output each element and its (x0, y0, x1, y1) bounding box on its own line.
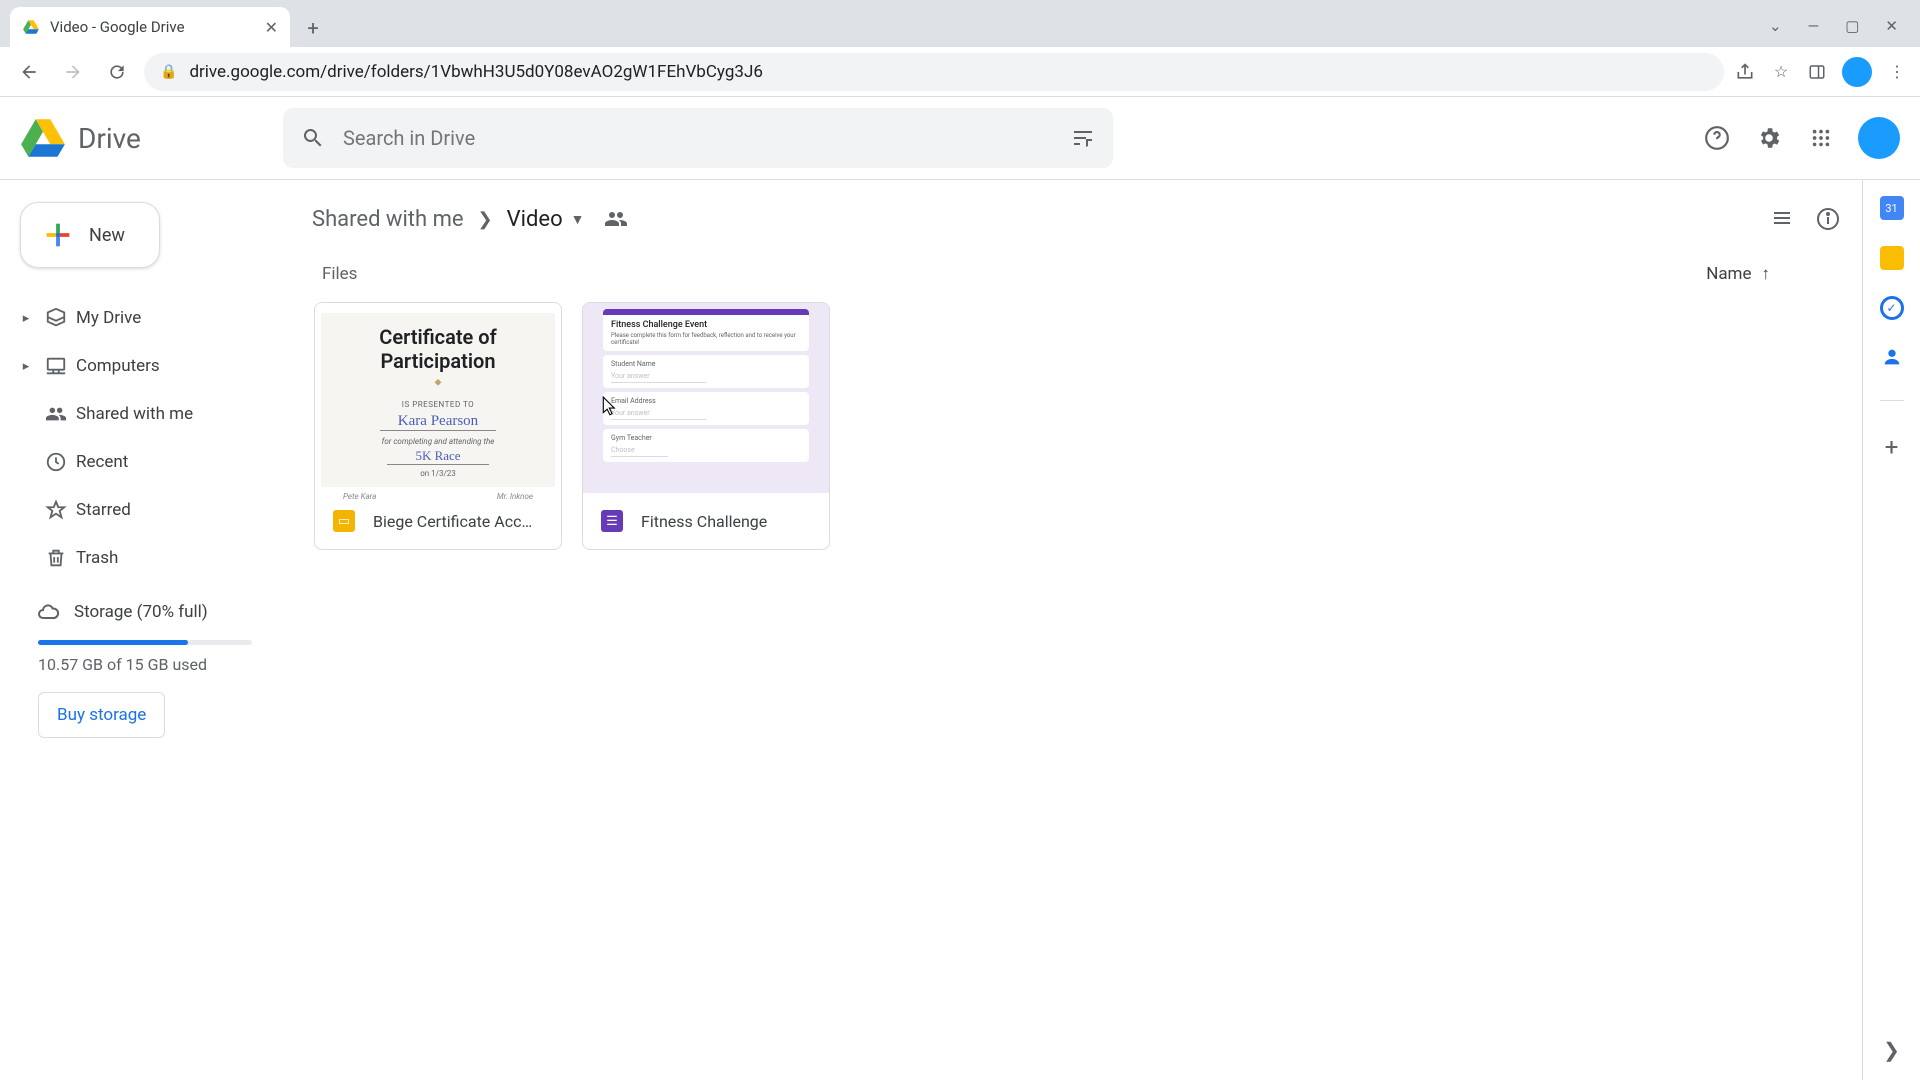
new-tab-button[interactable]: + (296, 11, 330, 45)
side-rail: + ❯ (1862, 180, 1920, 1080)
sidebar-item-label: Recent (76, 452, 128, 472)
drive-header: Drive (0, 97, 1920, 179)
current-folder-name: Video (507, 207, 563, 232)
window-controls: ⌄ — ▢ ✕ (1769, 17, 1920, 47)
search-input[interactable] (343, 126, 1053, 150)
lock-icon: 🔒 (160, 64, 177, 80)
files-section-label: Files (322, 264, 357, 284)
sidebar: New ▸ My Drive ▸ Computers Shared with m… (0, 180, 290, 1080)
browser-tab-strip: Video - Google Drive ✕ + ⌄ — ▢ ✕ (0, 0, 1920, 47)
forward-button (56, 55, 90, 89)
file-name: Biege Certificate Acc… (373, 512, 532, 531)
browser-tab[interactable]: Video - Google Drive ✕ (10, 7, 290, 47)
contacts-icon[interactable] (1881, 346, 1903, 368)
my-drive-icon (36, 307, 76, 329)
drive-logo-wrap[interactable]: Drive (18, 113, 273, 163)
support-icon[interactable] (1702, 123, 1732, 153)
storage-fill (38, 640, 188, 645)
minimize-icon[interactable]: — (1808, 17, 1820, 35)
sidebar-item-shared[interactable]: Shared with me (14, 390, 276, 438)
sidebar-item-label: Shared with me (76, 404, 193, 424)
recent-icon (36, 451, 76, 473)
back-button[interactable] (12, 55, 46, 89)
drive-title: Drive (78, 122, 141, 155)
breadcrumb-current[interactable]: Video ▼ (507, 207, 585, 232)
keep-icon[interactable] (1880, 246, 1904, 270)
file-thumbnail: Certificate of Participation ⬥ IS PRESEN… (315, 303, 561, 493)
cloud-icon (36, 600, 60, 624)
file-card[interactable]: Certificate of Participation ⬥ IS PRESEN… (314, 302, 562, 550)
storage-used-text: 10.57 GB of 15 GB used (14, 655, 276, 674)
chevron-right-icon[interactable]: ▸ (16, 311, 36, 326)
list-view-icon[interactable] (1770, 207, 1794, 231)
sidebar-item-trash[interactable]: Trash (14, 534, 276, 582)
close-window-icon[interactable]: ✕ (1885, 17, 1898, 35)
search-icon[interactable] (301, 126, 325, 150)
collapse-rail-icon[interactable]: ❯ (1883, 1038, 1900, 1062)
tab-title: Video - Google Drive (50, 18, 185, 36)
file-card[interactable]: Fitness Challenge Event Please complete … (582, 302, 830, 550)
url-field[interactable]: 🔒 drive.google.com/drive/folders/1VbwhH3… (144, 53, 1724, 91)
file-name: Fitness Challenge (641, 512, 767, 531)
sort-column-label: Name (1706, 264, 1751, 284)
account-avatar[interactable] (1858, 117, 1900, 159)
storage-label: Storage (70% full) (74, 602, 208, 622)
arrow-up-icon: ↑ (1762, 264, 1771, 284)
trash-icon (36, 547, 76, 569)
sort-column[interactable]: Name ↑ (1706, 264, 1770, 284)
chevron-right-icon[interactable]: ▸ (16, 359, 36, 374)
forms-icon: ☰ (601, 510, 623, 532)
add-apps-icon[interactable]: + (1885, 433, 1899, 461)
address-bar: 🔒 drive.google.com/drive/folders/1VbwhH3… (0, 47, 1920, 97)
content-area: Shared with me ❯ Video ▼ Files Name ↑ (290, 180, 1862, 1080)
file-thumbnail: Fitness Challenge Event Please complete … (583, 303, 829, 493)
calendar-icon[interactable] (1880, 196, 1904, 220)
maximize-icon[interactable]: ▢ (1845, 17, 1859, 35)
apps-grid-icon[interactable] (1806, 123, 1836, 153)
tasks-icon[interactable] (1880, 296, 1904, 320)
chevron-right-icon: ❯ (478, 209, 493, 230)
search-options-icon[interactable] (1071, 126, 1095, 150)
close-tab-icon[interactable]: ✕ (265, 18, 278, 37)
sidebar-item-computers[interactable]: ▸ Computers (14, 342, 276, 390)
breadcrumb: Shared with me ❯ Video ▼ (312, 196, 1840, 242)
starred-icon (36, 499, 76, 521)
url-text: drive.google.com/drive/folders/1VbwhH3U5… (189, 62, 762, 82)
drive-favicon (22, 18, 40, 36)
slides-icon: ▭ (333, 510, 355, 532)
sidebar-item-recent[interactable]: Recent (14, 438, 276, 486)
tab-search-icon[interactable]: ⌄ (1769, 17, 1782, 35)
side-panel-icon[interactable] (1806, 61, 1828, 83)
storage-bar (38, 640, 252, 645)
chrome-menu-icon[interactable]: ⋮ (1886, 61, 1908, 83)
profile-avatar-small[interactable] (1842, 57, 1872, 87)
shared-people-icon[interactable] (604, 207, 628, 231)
sidebar-item-my-drive[interactable]: ▸ My Drive (14, 294, 276, 342)
sidebar-item-label: Trash (76, 548, 118, 568)
new-button-label: New (89, 225, 125, 246)
reload-button[interactable] (100, 55, 134, 89)
sidebar-item-label: Computers (76, 356, 160, 376)
sidebar-item-storage[interactable]: Storage (70% full) (14, 600, 276, 624)
breadcrumb-root[interactable]: Shared with me (312, 207, 464, 232)
shared-icon (36, 403, 76, 425)
new-button[interactable]: New (20, 202, 160, 268)
settings-icon[interactable] (1754, 123, 1784, 153)
buy-storage-button[interactable]: Buy storage (38, 692, 165, 738)
sidebar-item-label: Starred (76, 500, 131, 520)
separator (1880, 400, 1904, 401)
share-icon[interactable] (1734, 61, 1756, 83)
info-icon[interactable] (1816, 207, 1840, 231)
bookmark-icon[interactable]: ☆ (1770, 61, 1792, 83)
chevron-down-icon: ▼ (571, 211, 585, 228)
drive-logo-icon (18, 113, 68, 163)
plus-icon (41, 218, 75, 252)
computers-icon (36, 355, 76, 377)
sidebar-item-starred[interactable]: Starred (14, 486, 276, 534)
sidebar-item-label: My Drive (76, 308, 141, 328)
search-box[interactable] (283, 108, 1113, 168)
